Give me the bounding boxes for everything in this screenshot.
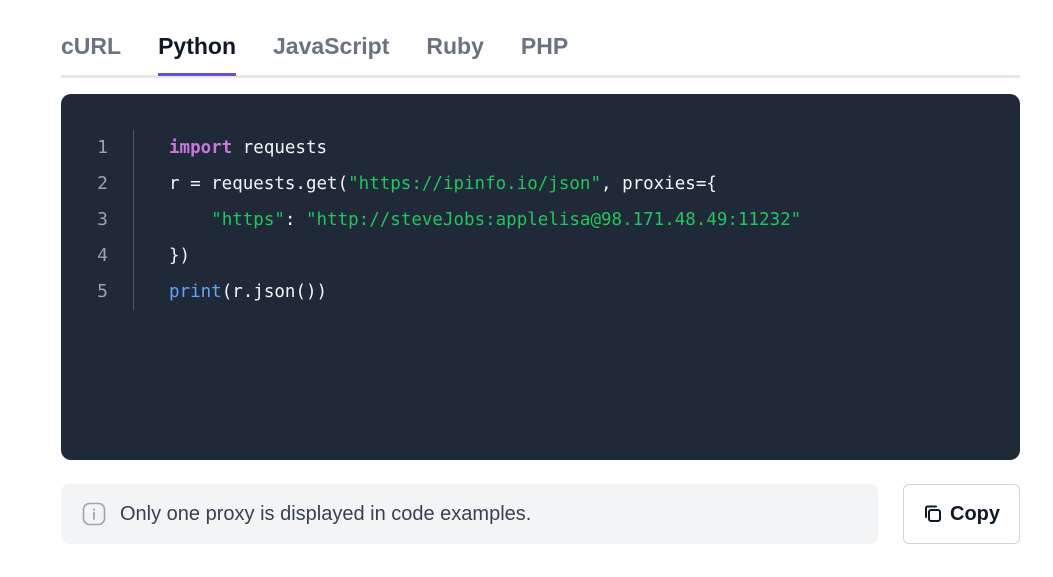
tab-javascript[interactable]: JavaScript — [273, 22, 389, 73]
line-number: 2 — [97, 173, 108, 194]
code-line: import requests — [169, 130, 801, 166]
line-number: 4 — [97, 245, 108, 266]
tab-curl[interactable]: cURL — [61, 22, 121, 73]
line-number: 3 — [97, 209, 108, 230]
indent-token — [169, 210, 211, 230]
code-example-panel: cURL Python JavaScript Ruby PHP 1 2 3 4 … — [0, 0, 1053, 577]
code-block: 1 2 3 4 5 import requests r = requests.g… — [61, 94, 1020, 460]
notice-text: Only one proxy is displayed in code exam… — [120, 502, 532, 525]
line-number: 5 — [97, 281, 108, 302]
code-token: (r.json()) — [221, 282, 328, 302]
line-number: 1 — [97, 137, 108, 158]
copy-button-label: Copy — [950, 502, 1000, 525]
line-number-gutter: 1 2 3 4 5 — [61, 130, 134, 310]
code-line: }) — [169, 246, 191, 266]
code-content: import requests r = requests.get("https:… — [169, 130, 801, 310]
language-tabs: cURL Python JavaScript Ruby PHP — [61, 22, 1020, 78]
keyword-token: import — [169, 138, 233, 158]
string-token: "https" — [211, 210, 285, 230]
tab-python[interactable]: Python — [158, 22, 236, 76]
code-token: r = requests.get( — [169, 174, 349, 194]
copy-button[interactable]: Copy — [903, 484, 1020, 544]
code-token: requests — [232, 138, 328, 158]
code-token: : — [284, 210, 306, 230]
code-line: "https": "http://steveJobs:applelisa@98.… — [169, 202, 801, 238]
function-token: print — [169, 282, 222, 302]
proxy-notice: Only one proxy is displayed in code exam… — [61, 484, 878, 544]
tab-php[interactable]: PHP — [521, 22, 568, 73]
string-token: "https://ipinfo.io/json" — [348, 174, 601, 194]
string-token: "http://steveJobs:applelisa@98.171.48.49… — [306, 210, 802, 230]
code-line: r = requests.get("https://ipinfo.io/json… — [169, 166, 801, 202]
tab-ruby[interactable]: Ruby — [426, 22, 484, 73]
copy-icon — [925, 505, 941, 522]
code-line: print(r.json()) — [169, 274, 801, 310]
code-token: , proxies={ — [601, 174, 717, 194]
info-icon — [82, 502, 106, 526]
